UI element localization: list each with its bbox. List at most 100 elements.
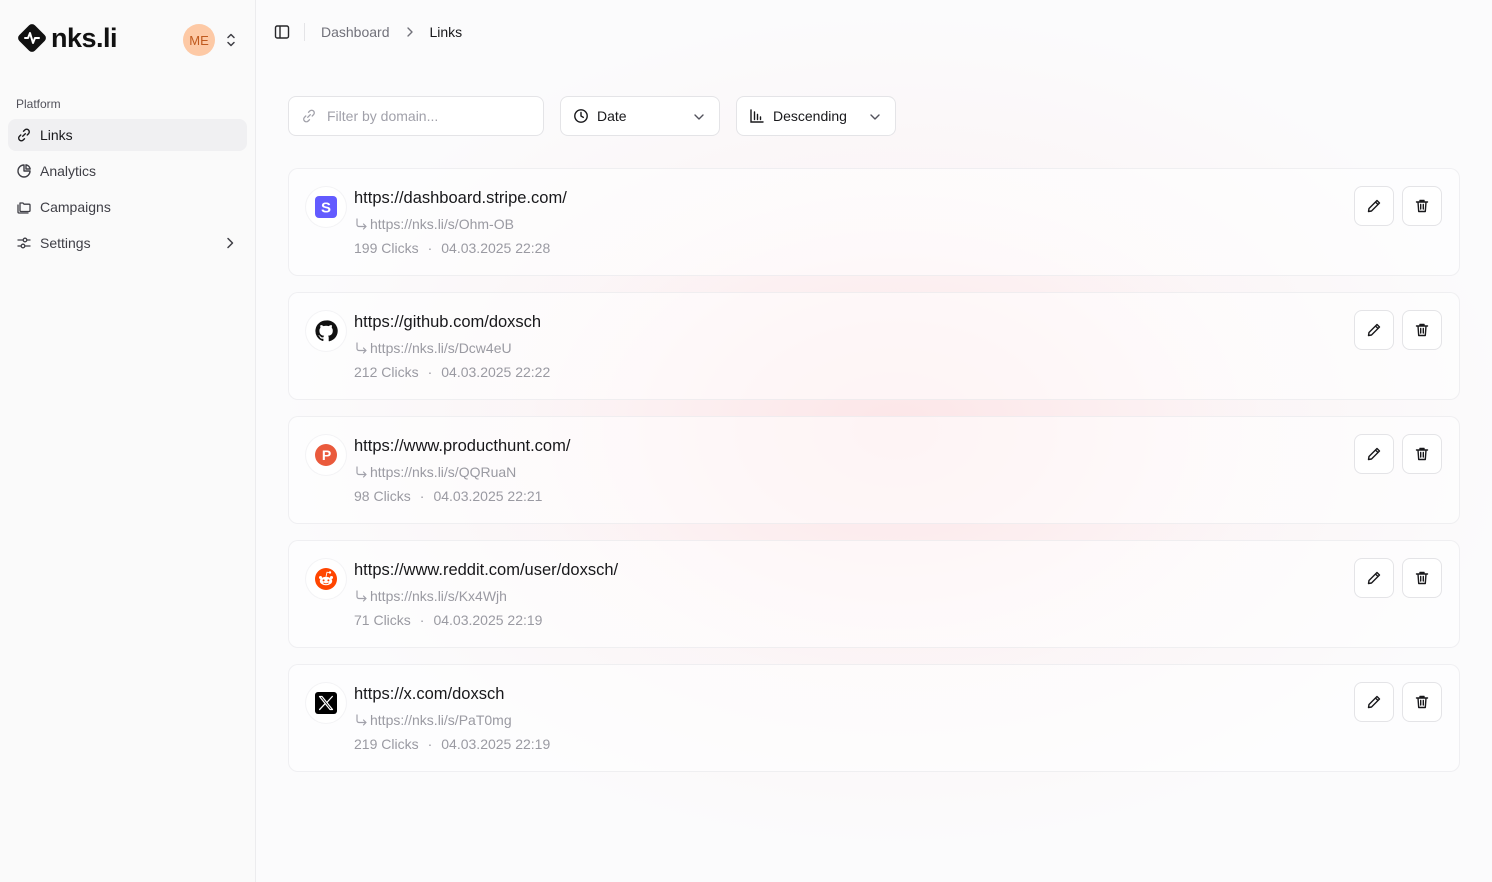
delete-link-button[interactable] bbox=[1402, 186, 1442, 226]
chevron-down-icon bbox=[694, 114, 704, 120]
meta-separator: · bbox=[427, 240, 433, 256]
favicon bbox=[306, 311, 346, 351]
bar-chart-icon bbox=[749, 108, 765, 124]
user-avatar[interactable]: ME bbox=[183, 24, 215, 56]
domain-filter-input[interactable] bbox=[327, 108, 527, 124]
meta-separator: · bbox=[419, 488, 425, 504]
sidebar-item-campaigns[interactable]: Campaigns bbox=[8, 191, 247, 223]
link-card: https://www.reddit.com/user/doxsch/ http… bbox=[288, 540, 1460, 648]
edit-link-button[interactable] bbox=[1354, 186, 1394, 226]
short-link[interactable]: https://nks.li/s/Kx4Wjh bbox=[354, 588, 507, 604]
link-card: P https://www.producthunt.com/ https://n… bbox=[288, 416, 1460, 524]
short-link[interactable]: https://nks.li/s/Ohm-OB bbox=[354, 216, 514, 232]
trash-icon bbox=[1415, 571, 1429, 585]
x-icon bbox=[315, 692, 337, 714]
short-link[interactable]: https://nks.li/s/Dcw4eU bbox=[354, 340, 512, 356]
meta-separator: · bbox=[427, 736, 433, 752]
link-destination[interactable]: https://dashboard.stripe.com/ bbox=[354, 189, 567, 208]
link-destination[interactable]: https://x.com/doxsch bbox=[354, 685, 504, 704]
edit-link-button[interactable] bbox=[1354, 434, 1394, 474]
link-destination[interactable]: https://github.com/doxsch bbox=[354, 313, 541, 332]
sort-field-value: Date bbox=[597, 108, 627, 124]
edit-link-button[interactable] bbox=[1354, 682, 1394, 722]
created-date: 04.03.2025 22:28 bbox=[441, 240, 551, 256]
click-count: 71 Clicks bbox=[354, 612, 411, 628]
delete-link-button[interactable] bbox=[1402, 558, 1442, 598]
stripe-icon: S bbox=[315, 196, 337, 218]
brand-logo[interactable]: nks.li bbox=[16, 22, 118, 54]
reddit-icon bbox=[315, 568, 337, 590]
sidebar-item-links[interactable]: Links bbox=[8, 119, 247, 151]
delete-link-button[interactable] bbox=[1402, 434, 1442, 474]
sidebar-item-label: Links bbox=[40, 127, 73, 143]
corner-down-right-icon bbox=[354, 713, 368, 727]
svg-text:S: S bbox=[321, 200, 331, 217]
favicon bbox=[306, 559, 346, 599]
trash-icon bbox=[1415, 447, 1429, 461]
pie-chart-icon bbox=[16, 163, 32, 179]
corner-down-right-icon bbox=[354, 465, 368, 479]
sidebar-section-label: Platform bbox=[16, 97, 61, 111]
pencil-icon bbox=[1367, 323, 1381, 337]
sidebar-item-label: Analytics bbox=[40, 163, 97, 179]
chevron-right-icon bbox=[403, 25, 417, 39]
breadcrumb-dashboard[interactable]: Dashboard bbox=[321, 24, 390, 40]
clock-icon bbox=[573, 108, 589, 124]
pencil-icon bbox=[1367, 199, 1381, 213]
topbar-divider bbox=[304, 23, 305, 41]
sort-order-select[interactable]: Descending bbox=[736, 96, 896, 136]
chevrons-up-down-icon[interactable] bbox=[224, 32, 238, 48]
created-date: 04.03.2025 22:21 bbox=[433, 488, 543, 504]
link-destination[interactable]: https://www.producthunt.com/ bbox=[354, 437, 570, 456]
trash-icon bbox=[1415, 199, 1429, 213]
short-link[interactable]: https://nks.li/s/PaT0mg bbox=[354, 712, 512, 728]
short-link-text: https://nks.li/s/Dcw4eU bbox=[370, 340, 512, 356]
link-icon bbox=[16, 127, 32, 143]
edit-link-button[interactable] bbox=[1354, 558, 1394, 598]
favicon: S bbox=[306, 187, 346, 227]
folders-icon bbox=[16, 199, 32, 215]
link-meta: 71 Clicks · 04.03.2025 22:19 bbox=[354, 612, 542, 628]
breadcrumb-current: Links bbox=[429, 24, 463, 40]
filters-bar: Date Descending bbox=[288, 96, 896, 136]
delete-link-button[interactable] bbox=[1402, 682, 1442, 722]
sliders-icon bbox=[16, 235, 32, 251]
sidebar-item-label: Campaigns bbox=[40, 199, 111, 215]
brand-name: nks.li bbox=[51, 23, 118, 53]
sort-field-select[interactable]: Date bbox=[560, 96, 720, 136]
click-count: 98 Clicks bbox=[354, 488, 411, 504]
pencil-icon bbox=[1367, 447, 1381, 461]
github-icon bbox=[315, 320, 338, 342]
topbar: Dashboard Links bbox=[256, 0, 1492, 64]
chevron-right-icon bbox=[227, 237, 234, 249]
domain-filter[interactable] bbox=[288, 96, 544, 136]
corner-down-right-icon bbox=[354, 341, 368, 355]
link-icon bbox=[301, 108, 317, 124]
pencil-icon bbox=[1367, 571, 1381, 585]
breadcrumb: Dashboard Links bbox=[321, 24, 462, 40]
link-destination[interactable]: https://www.reddit.com/user/doxsch/ bbox=[354, 561, 618, 580]
delete-link-button[interactable] bbox=[1402, 310, 1442, 350]
link-meta: 212 Clicks · 04.03.2025 22:22 bbox=[354, 364, 550, 380]
meta-separator: · bbox=[427, 364, 433, 380]
sort-order-value: Descending bbox=[773, 108, 847, 124]
click-count: 199 Clicks bbox=[354, 240, 419, 256]
sidebar-toggle-icon[interactable] bbox=[274, 24, 290, 40]
corner-down-right-icon bbox=[354, 217, 368, 231]
pencil-icon bbox=[1367, 695, 1381, 709]
sidebar-item-label: Settings bbox=[40, 235, 91, 251]
sidebar-item-settings[interactable]: Settings bbox=[8, 227, 247, 259]
producthunt-icon: P bbox=[315, 444, 337, 466]
sidebar-item-analytics[interactable]: Analytics bbox=[8, 155, 247, 187]
sidebar: nks.li ME Platform Links Analytics Campa… bbox=[0, 0, 256, 882]
link-list: S https://dashboard.stripe.com/ https://… bbox=[288, 168, 1460, 788]
short-link[interactable]: https://nks.li/s/QQRuaN bbox=[354, 464, 516, 480]
link-card: S https://dashboard.stripe.com/ https://… bbox=[288, 168, 1460, 276]
edit-link-button[interactable] bbox=[1354, 310, 1394, 350]
nksli-logo-icon bbox=[18, 24, 46, 52]
favicon: P bbox=[306, 435, 346, 475]
short-link-text: https://nks.li/s/QQRuaN bbox=[370, 464, 517, 480]
link-card: https://github.com/doxsch https://nks.li… bbox=[288, 292, 1460, 400]
created-date: 04.03.2025 22:19 bbox=[441, 736, 551, 752]
click-count: 219 Clicks bbox=[354, 736, 419, 752]
